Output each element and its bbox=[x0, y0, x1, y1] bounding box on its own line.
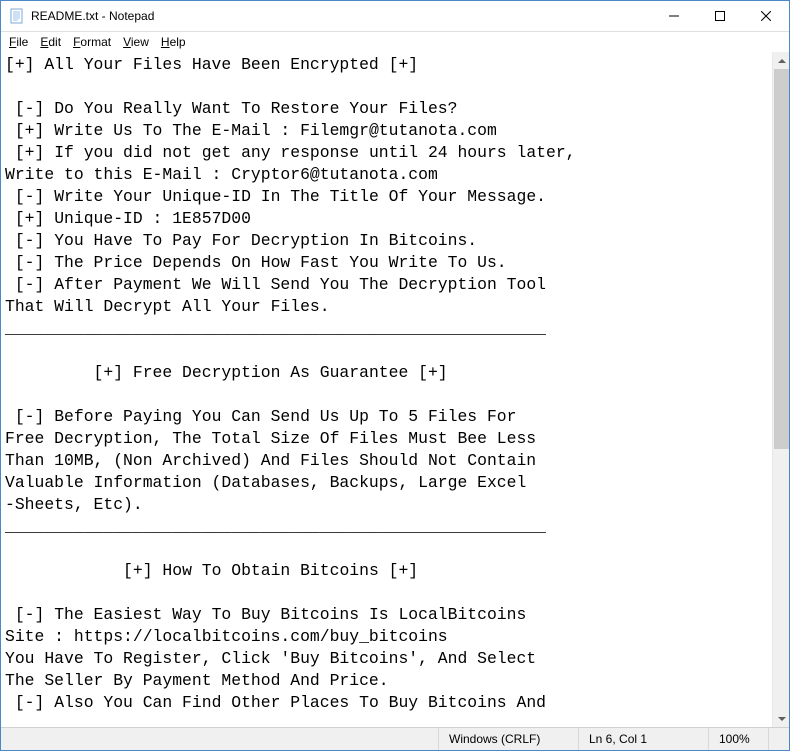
menubar: File Edit Format View Help bbox=[1, 32, 789, 52]
titlebar[interactable]: README.txt - Notepad bbox=[1, 1, 789, 32]
scroll-up-arrow-icon[interactable] bbox=[773, 52, 789, 69]
status-tail bbox=[768, 728, 789, 750]
menu-edit[interactable]: Edit bbox=[34, 34, 67, 50]
scroll-down-arrow-icon[interactable] bbox=[773, 710, 789, 727]
minimize-button[interactable] bbox=[651, 1, 697, 31]
maximize-button[interactable] bbox=[697, 1, 743, 31]
text-editor[interactable]: [+] All Your Files Have Been Encrypted [… bbox=[1, 52, 772, 727]
status-zoom: 100% bbox=[708, 728, 768, 750]
scroll-thumb[interactable] bbox=[774, 69, 789, 449]
window-title: README.txt - Notepad bbox=[31, 9, 651, 23]
close-button[interactable] bbox=[743, 1, 789, 31]
menu-view[interactable]: View bbox=[117, 34, 155, 50]
menu-help[interactable]: Help bbox=[155, 34, 192, 50]
status-position: Ln 6, Col 1 bbox=[578, 728, 708, 750]
menu-format[interactable]: Format bbox=[67, 34, 117, 50]
notepad-icon bbox=[9, 8, 25, 24]
notepad-window: README.txt - Notepad File Edit Format Vi… bbox=[0, 0, 790, 751]
status-encoding: Windows (CRLF) bbox=[438, 728, 578, 750]
window-controls bbox=[651, 1, 789, 31]
menu-file[interactable]: File bbox=[3, 34, 34, 50]
vertical-scrollbar[interactable] bbox=[772, 52, 789, 727]
statusbar: Windows (CRLF) Ln 6, Col 1 100% bbox=[1, 727, 789, 750]
content-area: [+] All Your Files Have Been Encrypted [… bbox=[1, 52, 789, 727]
